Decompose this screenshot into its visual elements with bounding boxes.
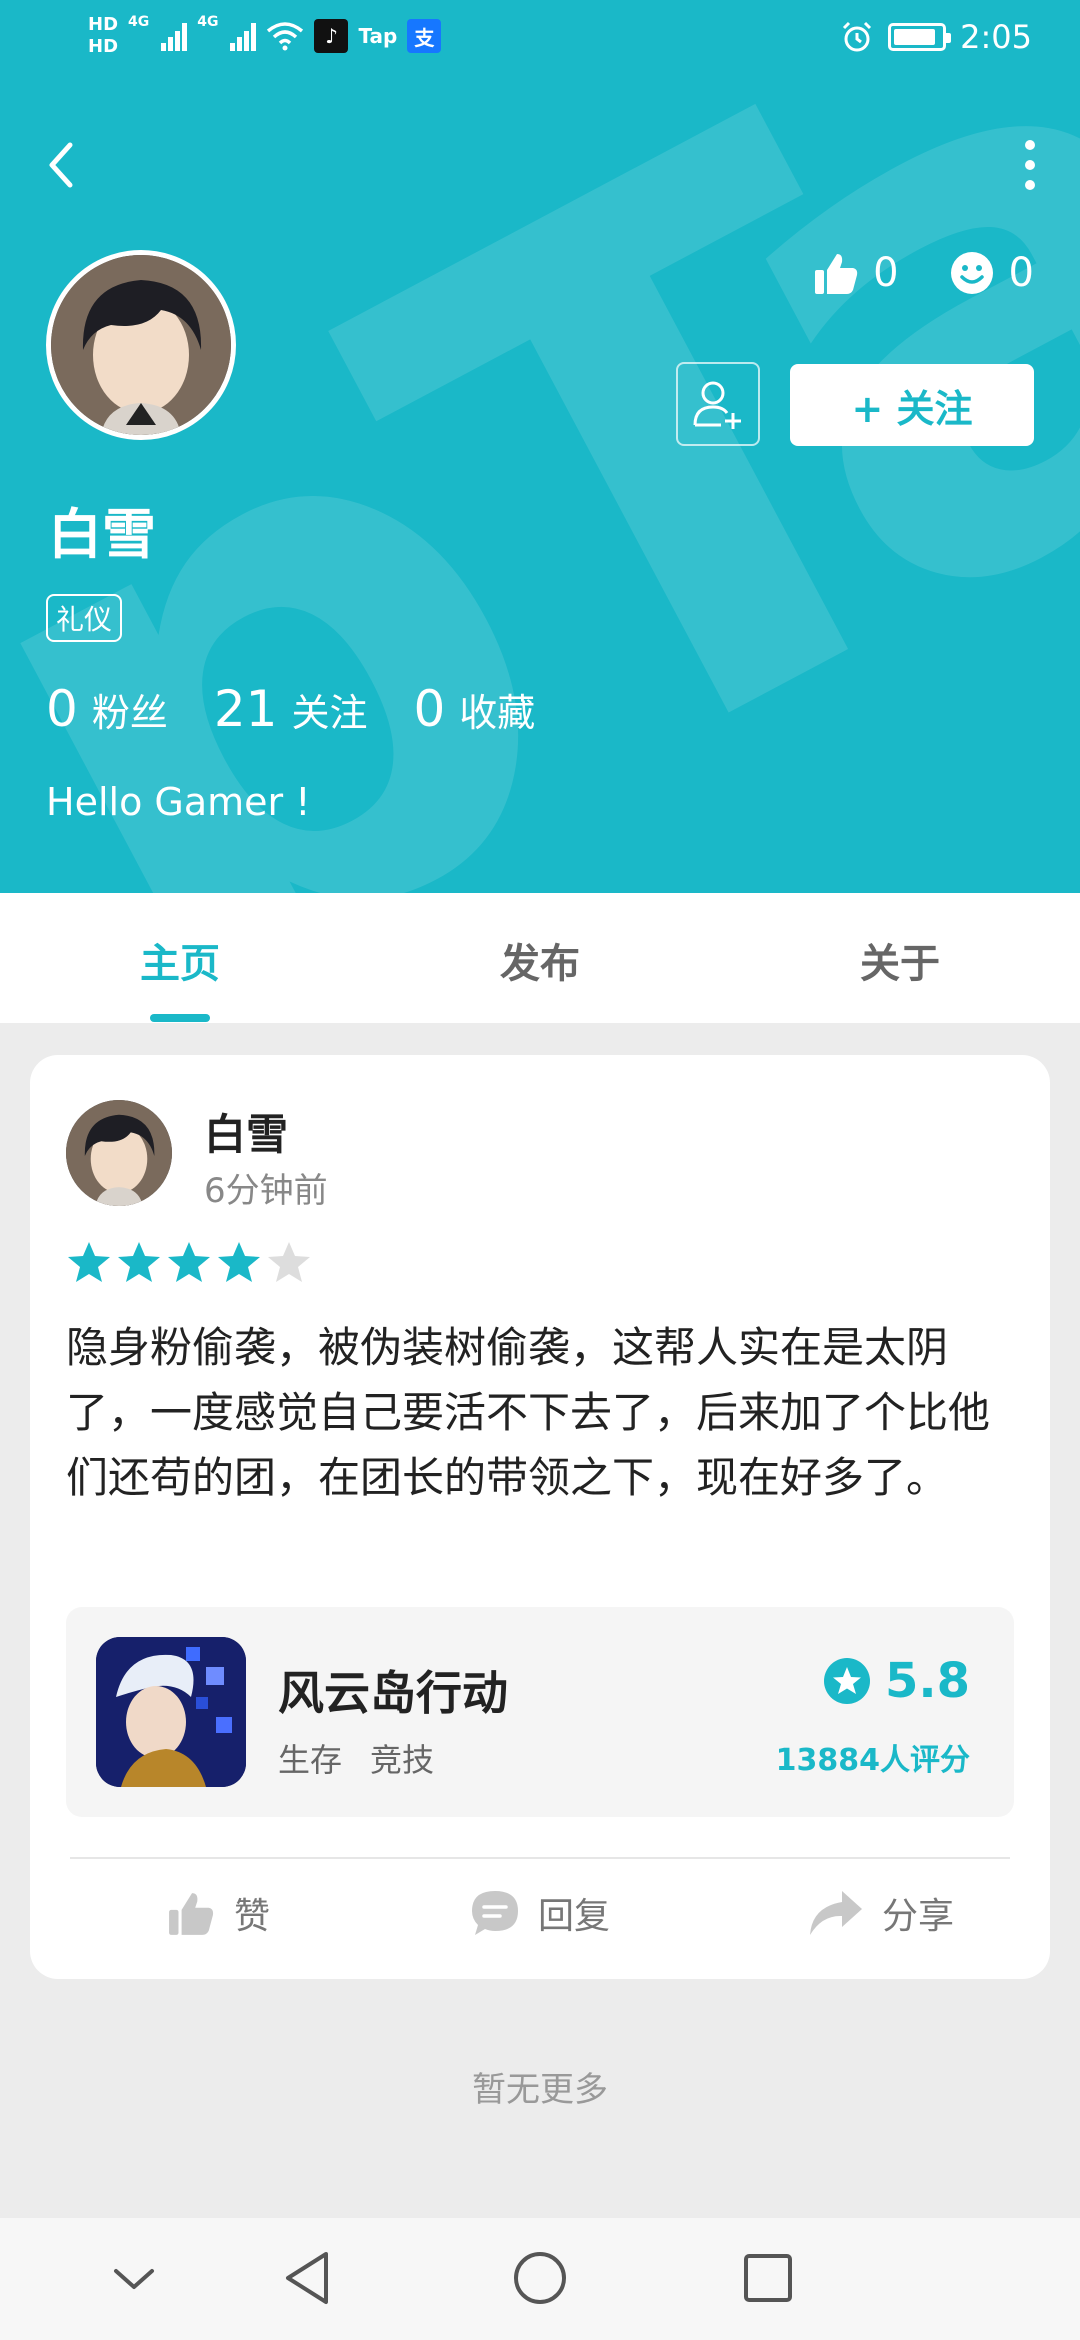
wifi-icon	[267, 22, 304, 51]
hd-indicator: HD HD	[88, 14, 118, 58]
game-ratings-count: 13884人评分	[775, 1743, 970, 1778]
star-filled-icon	[118, 1242, 160, 1282]
background-watermark: pTa	[0, 0, 1080, 893]
tab-indicator	[150, 1014, 210, 1022]
nav-hide-button[interactable]	[104, 2248, 164, 2308]
post-time: 6分钟前	[204, 1171, 328, 1211]
star-empty-icon	[268, 1242, 310, 1282]
add-user-icon	[693, 381, 741, 429]
battery-fill	[894, 29, 936, 45]
chevron-left-icon	[49, 142, 73, 188]
thumbs-up-icon	[169, 1893, 214, 1935]
like-label: 赞	[234, 1896, 271, 1937]
post-author-name[interactable]: 白雪	[204, 1101, 288, 1162]
collect-label: 收藏	[459, 691, 536, 735]
profile-bio: Hello Gamer !	[46, 780, 311, 824]
game-icon	[96, 1637, 246, 1787]
back-button[interactable]	[40, 130, 90, 200]
network2-label: 4G	[197, 14, 219, 30]
chevron-down-icon	[114, 2269, 154, 2289]
no-more-text: 暂无更多	[472, 2070, 608, 2110]
more-button[interactable]	[1020, 135, 1040, 195]
avatar-image	[66, 1100, 172, 1206]
network1-label: 4G	[128, 14, 150, 30]
tab-bar: 主页 发布 关于	[0, 893, 1080, 1023]
tab-home[interactable]: 主页	[140, 931, 220, 989]
follow-button[interactable]: + 关注	[790, 364, 1034, 446]
hd1-label: HD	[88, 14, 119, 35]
like-stat[interactable]: 0	[813, 250, 899, 296]
system-nav-bar	[0, 2218, 1080, 2340]
smile-stat[interactable]: 0	[949, 250, 1034, 296]
more-vertical-icon	[1025, 140, 1035, 190]
avatar[interactable]	[46, 250, 236, 440]
triangle-back-icon	[286, 2252, 328, 2304]
battery-icon	[888, 23, 952, 51]
game-tag: 竞技	[370, 1741, 435, 1779]
nav-home-button[interactable]	[510, 2248, 570, 2308]
nav-back-button[interactable]	[278, 2248, 338, 2308]
like-button[interactable]: 赞	[166, 1887, 270, 1939]
thumbs-up-icon	[815, 254, 858, 294]
signal-icon-2	[230, 21, 257, 51]
reply-button[interactable]: 回复	[470, 1887, 610, 1939]
tiktok-icon: ♪	[314, 19, 349, 53]
status-right: 2:05	[840, 18, 1032, 56]
share-button[interactable]: 分享	[808, 1887, 954, 1939]
smile-icon	[950, 252, 993, 294]
smile-count: 0	[1008, 250, 1034, 296]
game-score: 5.8	[823, 1653, 970, 1709]
comment-icon	[472, 1891, 518, 1935]
status-time: 2:05	[960, 18, 1032, 56]
following-label: 关注	[291, 691, 368, 735]
star-filled-icon	[218, 1242, 260, 1282]
add-friend-button[interactable]	[676, 362, 760, 446]
rating-stars	[66, 1240, 312, 1284]
game-icon-image	[96, 1637, 246, 1787]
game-card[interactable]: 风云岛行动 生存 竞技 5.8 13884人评分	[66, 1607, 1014, 1817]
following-count: 21	[213, 680, 278, 738]
profile-counts: 0 粉丝 21 关注 0 收藏	[46, 680, 535, 738]
collect-count: 0	[413, 680, 446, 738]
post-text: 隐身粉偷袭，被伪装树偷袭，这帮人实在是太阴了，一度感觉自己要活不下去了，后来加了…	[66, 1323, 991, 1502]
reply-label: 回复	[538, 1896, 611, 1937]
like-count: 0	[873, 250, 899, 296]
taptap-icon: Tap	[358, 24, 398, 48]
alarm-icon	[843, 21, 872, 52]
status-bar: HD HD 4G 4G ♪ Tap 支 2:05	[0, 0, 1080, 84]
tab-posts[interactable]: 发布	[500, 931, 580, 989]
star-badge-icon	[823, 1658, 870, 1704]
fans-label: 粉丝	[91, 691, 168, 735]
game-name: 风云岛行动	[278, 1666, 508, 1720]
profile-tag: 礼仪	[46, 594, 123, 642]
following-count-group[interactable]: 21 关注	[214, 680, 368, 738]
game-score-value: 5.8	[884, 1653, 970, 1709]
star-filled-icon	[68, 1242, 110, 1282]
avatar-image	[51, 255, 231, 435]
post-author-avatar[interactable]	[66, 1100, 172, 1206]
hd2-label: HD	[88, 36, 119, 57]
profile-username: 白雪	[48, 503, 156, 566]
share-icon	[810, 1891, 862, 1935]
game-tags: 生存 竞技	[278, 1735, 434, 1781]
fans-count: 0	[46, 680, 78, 738]
profile-header: pTa HD HD 4G 4G ♪ Tap 支 2:05 0 0 + 关注 白雪…	[0, 0, 1080, 893]
game-tag: 生存	[278, 1741, 343, 1779]
status-left: HD HD 4G 4G ♪ Tap 支	[88, 14, 442, 58]
nav-recents-button[interactable]	[738, 2248, 798, 2308]
divider	[70, 1857, 1010, 1859]
collect-count-group[interactable]: 0 收藏	[413, 680, 535, 738]
header-stats: 0 0	[813, 250, 1034, 296]
star-filled-icon	[168, 1242, 210, 1282]
alipay-icon: 支	[407, 19, 442, 53]
tab-about[interactable]: 关于	[860, 931, 940, 989]
fans-count-group[interactable]: 0 粉丝	[46, 680, 168, 738]
square-recents-icon	[744, 2254, 792, 2302]
share-label: 分享	[882, 1896, 955, 1937]
signal-icon	[161, 21, 188, 51]
circle-home-icon	[514, 2252, 566, 2304]
post-card[interactable]: 白雪 6分钟前 隐身粉偷袭，被伪装树偷袭，这帮人实在是太阴了，一度感觉自己要活不…	[30, 1055, 1050, 1979]
